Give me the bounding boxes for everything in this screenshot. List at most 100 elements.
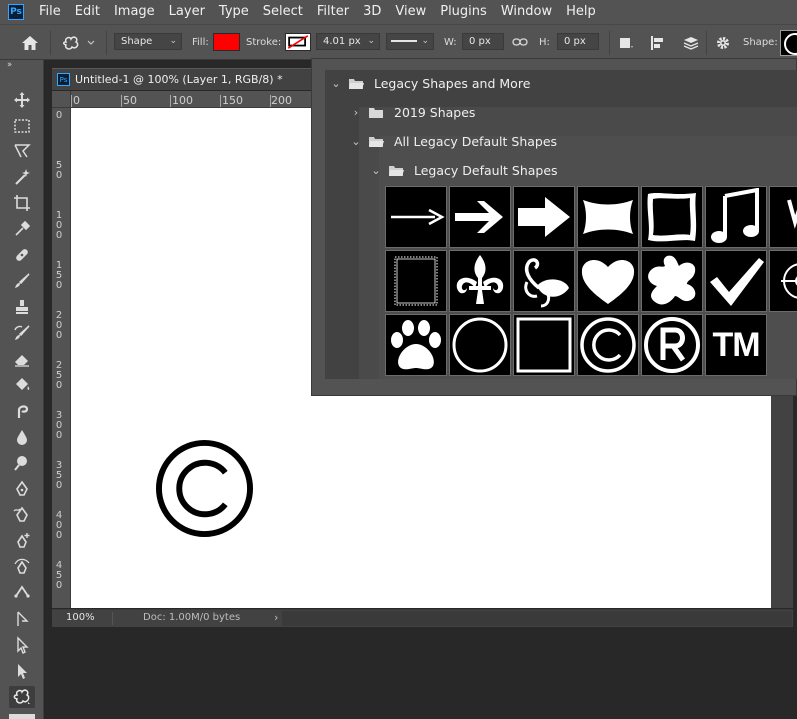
ruler-label: 3 5 0 [55, 460, 63, 491]
menu-view[interactable]: View [388, 0, 433, 24]
menu-file[interactable]: File [32, 0, 68, 24]
solid-line-icon [391, 40, 417, 42]
chevron-down-icon[interactable]: ⌄ [349, 135, 363, 148]
link-icon[interactable] [512, 36, 528, 48]
ruler-origin[interactable] [52, 91, 71, 108]
chevron-down-icon[interactable]: ⌄ [329, 77, 343, 90]
custom-shape-tool-preset-icon[interactable] [62, 34, 98, 52]
paint-bucket-tool-icon[interactable] [9, 374, 35, 396]
home-icon[interactable] [20, 34, 40, 52]
menu-image[interactable]: Image [107, 0, 162, 24]
shape-preset-picker[interactable] [780, 30, 797, 56]
stroke-type-select[interactable]: ⌄ [386, 33, 434, 50]
shape-frame-wavy-icon[interactable] [641, 186, 703, 248]
width-input[interactable]: 0 px [462, 33, 504, 50]
menu-select[interactable]: Select [256, 0, 310, 24]
shape-heart-icon[interactable] [577, 250, 639, 312]
shape-checkmark-icon[interactable] [705, 250, 767, 312]
shape-banner-icon[interactable] [577, 186, 639, 248]
ruler-label: 0 [55, 110, 63, 121]
history-brush-tool-icon[interactable] [9, 322, 35, 344]
path-alignment-icon[interactable] [650, 35, 666, 51]
chevron-right-icon[interactable]: › [274, 611, 278, 624]
shape-frame-stamp-icon[interactable] [385, 250, 447, 312]
panel-collapse-icon[interactable]: ›› [0, 60, 44, 70]
shape-arrow-medium-icon[interactable] [449, 186, 511, 248]
shape-target-partial-icon[interactable] [769, 250, 797, 312]
document-tab[interactable]: Ps Untitled-1 @ 100% (Layer 1, RGB/8) * [52, 68, 311, 90]
path-selection-tool-icon[interactable] [9, 608, 35, 630]
move-tool-icon[interactable] [9, 89, 35, 111]
healing-brush-tool-icon[interactable] [9, 244, 35, 266]
menu-layer[interactable]: Layer [162, 0, 212, 24]
menu-edit[interactable]: Edit [68, 0, 107, 24]
horizontal-scrollbar[interactable] [282, 611, 792, 626]
menu-help[interactable]: Help [559, 0, 603, 24]
curvature-pen-tool-icon[interactable] [9, 556, 35, 578]
shape-trademark-icon[interactable]: TM [705, 314, 767, 376]
document-info: Doc: 1.00M/0 bytes [143, 612, 241, 623]
path-operations-icon[interactable] [618, 35, 634, 51]
shape-music-note-icon[interactable] [705, 186, 767, 248]
menu-bar: Ps File Edit Image Layer Type Select Fil… [0, 0, 797, 24]
custom-shape-tool-icon[interactable] [9, 686, 35, 708]
shape-group-legacy-default-shapes[interactable]: ⌄ Legacy Default Shapes [369, 157, 557, 183]
selection-arrow-icon[interactable] [9, 660, 35, 682]
ruler-label: 150 [222, 94, 243, 107]
fill-color-swatch[interactable] [213, 33, 240, 51]
lasso-tool-icon[interactable] [9, 140, 35, 162]
add-anchor-point-icon[interactable] [9, 530, 35, 552]
menu-window[interactable]: Window [494, 0, 559, 24]
ruler-label: 4 0 0 [55, 510, 63, 541]
shape-arrow-bold-icon[interactable] [513, 186, 575, 248]
menu-type[interactable]: Type [212, 0, 256, 24]
path-arrangement-icon[interactable] [681, 34, 701, 52]
dodge-tool-icon[interactable] [9, 452, 35, 474]
marquee-tool-icon[interactable] [9, 115, 35, 137]
convert-point-tool-icon[interactable] [9, 582, 35, 604]
ruler-label: 2 0 0 [55, 310, 63, 341]
shape-paw-print-icon[interactable] [385, 314, 447, 376]
gear-icon[interactable] [715, 35, 731, 51]
eyedropper-tool-icon[interactable] [9, 218, 35, 240]
eraser-tool-icon[interactable] [9, 348, 35, 370]
document-title: Untitled-1 @ 100% (Layer 1, RGB/8) * [75, 73, 283, 86]
pen-tool-icon[interactable] [9, 478, 35, 500]
shape-splat-icon[interactable] [641, 250, 703, 312]
shape-copyright-icon[interactable] [577, 314, 639, 376]
freeform-pen-tool-icon[interactable] [9, 504, 35, 526]
vertical-ruler[interactable]: 0 5 0 1 0 0 1 5 0 2 0 0 2 5 0 3 0 0 3 5 … [52, 108, 71, 608]
shape-group-2019-shapes[interactable]: › 2019 Shapes [349, 99, 476, 125]
shape-label: Shape: [743, 37, 778, 48]
magic-wand-tool-icon[interactable] [9, 166, 35, 188]
zoom-level[interactable]: 100% [66, 612, 95, 623]
menu-3d[interactable]: 3D [356, 0, 388, 24]
shape-partial-icon[interactable] [769, 186, 797, 248]
shape-registered-icon[interactable] [641, 314, 703, 376]
crop-tool-icon[interactable] [9, 192, 35, 214]
blur-tool-icon[interactable] [9, 426, 35, 448]
menu-filter[interactable]: Filter [310, 0, 356, 24]
horizontal-ruler[interactable]: 0 50 100 150 200 [71, 91, 311, 108]
menu-plugins[interactable]: Plugins [433, 0, 494, 24]
shape-square-frame-icon[interactable] [513, 314, 575, 376]
shape-fleur-de-lis-icon[interactable] [449, 250, 511, 312]
height-input[interactable]: 0 px [557, 33, 599, 50]
stroke-color-swatch[interactable] [285, 33, 311, 51]
copyright-shape-on-canvas[interactable] [155, 439, 254, 538]
chevron-right-icon[interactable]: › [349, 106, 363, 119]
stamp-tool-icon[interactable] [9, 296, 35, 318]
direct-selection-tool-icon[interactable] [9, 634, 35, 656]
shape-ornament-leaf-icon[interactable] [513, 250, 575, 312]
ruler-label: 200 [271, 94, 292, 107]
tool-mode-select[interactable]: Shape ⌄ [114, 33, 182, 50]
brush-tool-icon[interactable] [9, 270, 35, 292]
stroke-width-input[interactable]: 4.01 px ⌄ [316, 33, 380, 50]
chevron-down-icon[interactable]: ⌄ [369, 164, 383, 177]
shape-arrow-thin-icon[interactable] [385, 186, 447, 248]
folder-icon [369, 107, 384, 118]
shape-group-all-legacy-default-shapes[interactable]: ⌄ All Legacy Default Shapes [349, 128, 557, 154]
shape-group-legacy-shapes-and-more[interactable]: ⌄ Legacy Shapes and More [329, 70, 530, 96]
shape-circle-frame-icon[interactable] [449, 314, 511, 376]
smudge-tool-icon[interactable] [9, 400, 35, 422]
